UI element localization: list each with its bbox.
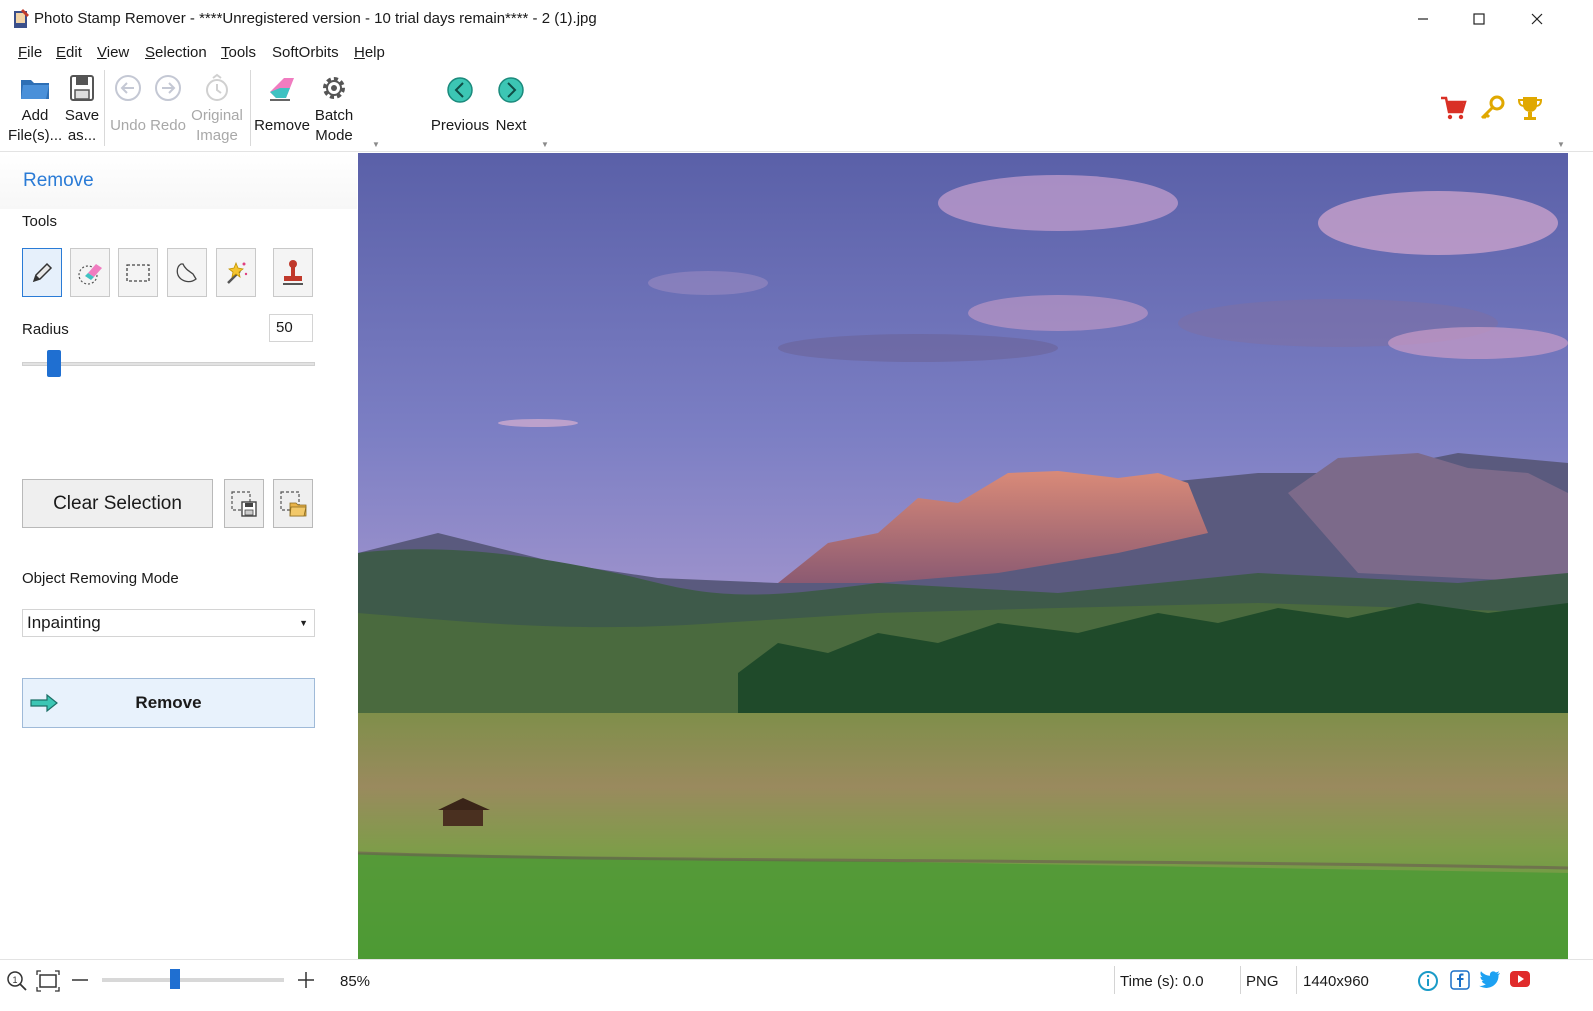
arrow-right-icon [30,693,58,713]
stamp-icon [283,259,303,285]
trophy-icon[interactable] [1516,94,1544,122]
save-as-button[interactable]: Save as... [62,66,102,150]
save-selection-icon [231,490,257,517]
menu-view[interactable]: View [97,44,129,61]
rect-select-tool-button[interactable] [118,248,158,297]
key-icon[interactable] [1478,94,1506,122]
toolbar-remove-button[interactable]: Remove [254,66,310,150]
toolbar: Add File(s)... Save as... Undo Redo Orig… [0,66,1593,152]
close-button[interactable] [1509,0,1565,38]
batch-mode-button[interactable]: Batch Mode [310,66,358,150]
panel-header: Remove [0,153,357,209]
toolbar-overflow-icon-3[interactable]: ▼ [1557,140,1565,149]
landscape-photo[interactable] [358,153,1568,959]
radius-slider-track[interactable] [22,362,315,366]
gear-icon [323,77,345,99]
facebook-icon[interactable] [1450,970,1470,990]
eraser-icon [270,78,294,101]
mode-label: Object Removing Mode [22,570,179,587]
undo-icon [115,75,141,101]
minimize-button[interactable] [1395,0,1451,38]
magic-wand-icon [227,261,248,284]
load-selection-button[interactable] [273,479,313,528]
eraser-tool-button[interactable] [70,248,110,297]
clear-selection-button[interactable]: Clear Selection [22,479,213,528]
add-files-button[interactable]: Add File(s)... [8,66,62,150]
status-separator [1240,966,1241,994]
close-icon [1531,13,1543,25]
time-readout: Time (s): 0.0 [1120,973,1204,990]
status-separator [1114,966,1115,994]
next-button[interactable]: Next [490,66,532,150]
panel-title[interactable]: Remove [23,170,94,192]
zoom-slider-track[interactable] [102,978,284,982]
tools-label: Tools [22,213,58,230]
right-gutter [1568,153,1593,959]
zoom-slider-thumb[interactable] [169,969,180,989]
rectangle-select-icon [126,263,150,282]
menu-tools[interactable]: Tools [221,44,256,61]
previous-button[interactable]: Previous [430,66,490,150]
remove-button-label: Remove [135,693,202,712]
zoom-level: 85% [340,973,371,990]
radius-slider-thumb[interactable] [47,350,62,377]
left-panel: Remove Tools Radius 50 Clear Selection O… [0,153,357,959]
image-canvas[interactable] [358,153,1568,959]
minimize-icon [1418,18,1428,20]
undo-button[interactable]: Undo [108,66,148,150]
radius-input[interactable]: 50 [269,314,313,342]
save-selection-button[interactable] [224,479,264,528]
redo-button[interactable]: Redo [148,66,188,150]
status-separator [1296,966,1297,994]
menu-file[interactable]: File [18,44,42,61]
window-title: Photo Stamp Remover - ****Unregistered v… [34,10,597,27]
toolbar-overflow-icon-2[interactable]: ▼ [541,140,549,149]
stamp-tool-button[interactable] [273,248,313,297]
pencil-icon [32,262,53,282]
menu-softorbits[interactable]: SoftOrbits [272,44,339,61]
toolbar-separator [250,70,251,146]
maximize-icon [1473,13,1485,25]
maximize-button[interactable] [1451,0,1507,38]
info-icon[interactable] [1417,970,1439,992]
title-bar: Photo Stamp Remover - ****Unregistered v… [0,0,1593,38]
menu-edit[interactable]: Edit [56,44,82,61]
next-arrow-icon [498,77,524,103]
load-selection-icon [280,490,307,516]
original-image-button[interactable]: Original Image [188,66,246,150]
svg-text:1: 1 [12,975,17,985]
menu-bar: File Edit View Selection Tools SoftOrbit… [0,38,1593,66]
zoom-in-icon[interactable] [296,970,316,990]
magic-wand-tool-button[interactable] [216,248,256,297]
pencil-tool-button[interactable] [22,248,62,297]
cart-icon[interactable] [1439,94,1467,122]
lasso-tool-button[interactable] [167,248,207,297]
image-dimensions: 1440x960 [1303,973,1369,990]
file-format: PNG [1246,973,1279,990]
remove-button[interactable]: Remove [22,678,315,728]
prev-arrow-icon [447,77,473,103]
original-image-icon [206,73,228,101]
folder-icon [21,80,49,99]
radius-label: Radius [22,321,69,338]
fit-to-window-icon[interactable] [36,970,60,992]
redo-icon [155,75,181,101]
app-icon [14,9,29,28]
lasso-icon [176,262,197,282]
menu-selection[interactable]: Selection [145,44,207,61]
toolbar-overflow-icon[interactable]: ▼ [372,140,380,149]
twitter-icon[interactable] [1479,970,1501,990]
menu-help[interactable]: Help [354,44,385,61]
mode-select-value: Inpainting [27,613,101,632]
status-bar: 1 85% Time (s): 0.0 PNG 1440x960 [0,959,1593,1011]
zoom-out-icon[interactable] [70,970,90,990]
eraser-tool-icon [78,263,102,285]
youtube-icon[interactable] [1509,970,1531,988]
chevron-down-icon: ▼ [299,618,308,628]
toolbar-separator [104,70,105,146]
floppy-icon [70,75,94,101]
mode-select[interactable]: Inpainting ▼ [22,609,315,637]
zoom-actual-icon[interactable]: 1 [6,970,28,992]
